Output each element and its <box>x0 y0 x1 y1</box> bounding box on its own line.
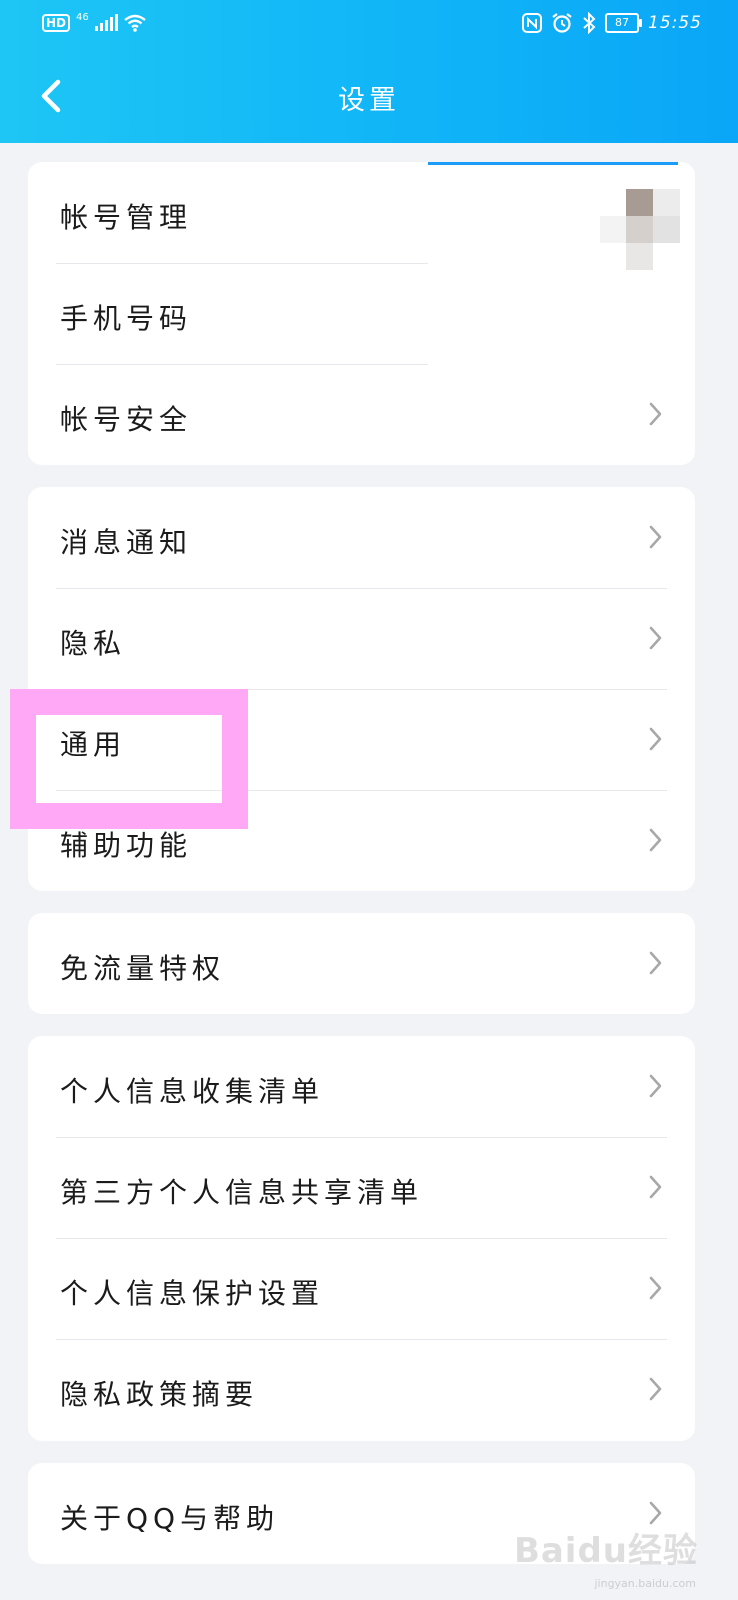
personal-info-section: 个人信息收集清单 第三方个人信息共享清单 个人信息保护设置 隐私政策摘要 <box>28 1036 695 1441</box>
nfc-icon <box>522 13 542 33</box>
account-section: 帐号管理 手机号码 帐号安全 <box>28 162 695 465</box>
chevron-right-icon <box>649 1175 662 1199</box>
page-title: 设置 <box>338 85 400 116</box>
settings-item-third-party-sharing[interactable]: 第三方个人信息共享清单 <box>28 1137 695 1239</box>
status-time: 15:55 <box>648 13 702 33</box>
signal-icon <box>94 14 118 31</box>
settings-item-label: 隐私 <box>60 627 127 660</box>
settings-item-label: 帐号安全 <box>60 403 193 436</box>
settings-item-info-protection[interactable]: 个人信息保护设置 <box>28 1238 695 1340</box>
settings-item-privacy-summary[interactable]: 隐私政策摘要 <box>28 1339 695 1441</box>
settings-item-label: 个人信息保护设置 <box>60 1277 325 1310</box>
settings-item-account-security[interactable]: 帐号安全 <box>28 364 695 465</box>
settings-item-free-traffic[interactable]: 免流量特权 <box>28 913 695 1014</box>
app-header: HD 46 87 15:55 设置 <box>0 0 738 143</box>
chevron-right-icon <box>649 1377 662 1401</box>
settings-item-label: 辅助功能 <box>60 829 193 862</box>
settings-item-label: 免流量特权 <box>60 952 226 985</box>
alarm-icon <box>552 13 572 33</box>
settings-item-label: 手机号码 <box>60 302 193 335</box>
chevron-right-icon <box>649 525 662 549</box>
chevron-right-icon <box>649 1074 662 1098</box>
settings-item-privacy[interactable]: 隐私 <box>28 588 695 690</box>
chevron-right-icon <box>649 828 662 852</box>
bluetooth-icon <box>583 12 596 34</box>
traffic-section: 免流量特权 <box>28 913 695 1014</box>
settings-item-label: 消息通知 <box>60 526 193 559</box>
status-bar: HD 46 87 15:55 <box>0 0 738 52</box>
settings-item-account-management[interactable]: 帐号管理 <box>28 162 695 264</box>
status-right: 87 15:55 <box>522 12 702 34</box>
settings-item-label: 关于QQ与帮助 <box>60 1502 280 1535</box>
settings-item-label: 帐号管理 <box>60 201 193 234</box>
battery-icon: 87 <box>605 13 642 33</box>
network-type: 46 <box>76 12 89 23</box>
highlight-box <box>10 689 248 829</box>
chevron-right-icon <box>649 402 662 426</box>
watermark-url: jingyan.baidu.com <box>594 1577 696 1590</box>
settings-item-label: 隐私政策摘要 <box>60 1378 259 1411</box>
chevron-right-icon <box>649 626 662 650</box>
settings-item-phone-number[interactable]: 手机号码 <box>28 263 695 365</box>
chevron-right-icon <box>649 727 662 751</box>
chevron-right-icon <box>649 951 662 975</box>
settings-item-label: 个人信息收集清单 <box>60 1075 325 1108</box>
chevron-right-icon <box>649 1276 662 1300</box>
wifi-icon <box>124 14 146 32</box>
settings-item-info-collection[interactable]: 个人信息收集清单 <box>28 1036 695 1138</box>
status-left: HD 46 <box>42 12 146 32</box>
watermark-logo: Baidu经验 <box>513 1531 698 1571</box>
settings-item-label: 第三方个人信息共享清单 <box>60 1176 424 1209</box>
settings-item-notifications[interactable]: 消息通知 <box>28 487 695 589</box>
hd-badge: HD <box>42 14 71 32</box>
